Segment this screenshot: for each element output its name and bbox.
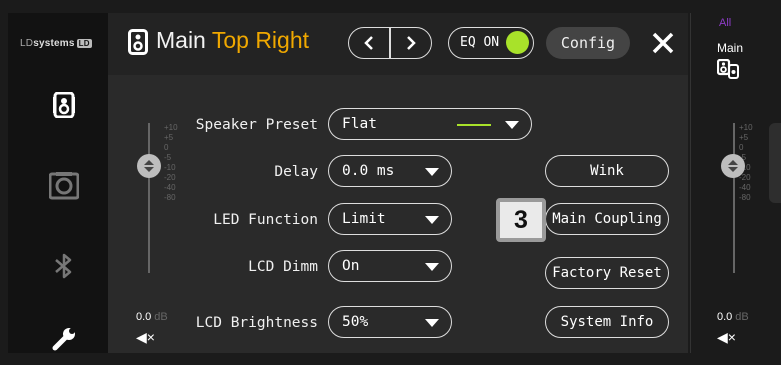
speaker-name: Main [717,41,744,55]
speaker-icon [716,58,739,79]
chevron-down-icon [505,121,519,129]
title-accent: Top Right [211,27,310,53]
sidebar-item-speaker-settings[interactable] [44,166,84,206]
eq-label: EQ ON [460,35,500,50]
panel-edge-handle[interactable] [769,123,781,203]
app-window: LDsystems LD Main Top Right EQ ON Config… [0,0,781,365]
bluetooth-icon [55,253,72,279]
chevron-down-icon [425,216,439,224]
eq-toggle[interactable]: EQ ON [448,27,534,59]
title-main: Main [156,27,206,53]
main-coupling-button[interactable]: Main Coupling [545,203,669,235]
page-title: Main Top Right [156,27,309,54]
speaker-pair-icon [716,58,739,84]
led-function-label: LED Function [213,212,318,228]
sidebar-item-bluetooth[interactable] [44,246,84,286]
system-info-button[interactable]: System Info [545,306,669,338]
speaker-icon [128,29,148,55]
close-button[interactable] [648,25,678,61]
speaker-outline-icon [49,172,79,200]
delay-value: 0.0 ms [342,163,395,179]
chevron-right-icon [406,36,416,50]
step-number-badge: 3 [496,198,546,242]
fader-db-readout: 0.0 dB [136,311,168,323]
header-speaker [128,29,148,60]
right-mute-button[interactable]: ◀× [717,329,736,346]
eq-status-indicator [506,31,529,54]
prev-button[interactable] [349,28,389,58]
main-panel: Main Top Right EQ ON Config +10 +5 0 -5 … [108,13,688,353]
sidebar-item-speaker[interactable] [44,85,84,125]
speaker-preset-select[interactable]: Flat [328,108,532,140]
chevron-down-icon [425,319,439,327]
config-button[interactable]: Config [546,27,630,59]
brand-ld-mark: LD [76,39,92,48]
wrench-icon [52,328,75,351]
lcd-brightness-value: 50% [342,314,369,330]
lcd-dimm-select[interactable]: On [328,250,452,282]
right-fader-db-readout: 0.0 dB [717,311,749,323]
sidebar-item-tools[interactable] [44,319,84,359]
chevron-left-icon [364,36,374,50]
wink-button[interactable]: Wink [545,155,669,187]
speaker-icon [53,92,75,118]
led-function-select[interactable]: Limit [328,203,452,235]
up-down-arrows-icon [728,160,738,172]
right-fader-track[interactable] [733,123,735,273]
chevron-down-icon [425,168,439,176]
group-label: All [719,17,732,29]
right-fader-knob[interactable] [721,154,745,178]
eq-curve-preview [457,124,491,126]
up-down-arrows-icon [144,160,154,172]
lcd-dimm-label: LCD Dimm [248,259,318,275]
lcd-brightness-select[interactable]: 50% [328,306,452,338]
speaker-preset-value: Flat [342,116,377,132]
close-icon [652,32,674,54]
fader-track[interactable] [148,123,150,273]
sidebar: LDsystems LD [8,13,108,353]
speaker-preset-label: Speaker Preset [195,117,318,133]
lcd-brightness-label: LCD Brightness [195,315,318,331]
led-function-value: Limit [342,211,386,227]
fader-knob[interactable] [137,154,161,178]
delay-label: Delay [274,164,318,180]
chevron-down-icon [425,263,439,271]
header-bar: Main Top Right EQ ON Config [108,13,688,75]
lcd-dimm-value: On [342,258,360,274]
brand-bold-text: systems [33,38,75,49]
brand-light-text: LD [20,38,34,49]
fader-scale: +10 +5 0 -5 -10 -20 -40 -80 [164,123,178,202]
nav-group [348,27,432,59]
mute-button[interactable]: ◀× [136,329,155,346]
factory-reset-button[interactable]: Factory Reset [545,257,669,289]
brand-logo: LDsystems LD [20,38,92,49]
delay-select[interactable]: 0.0 ms [328,155,452,187]
adjacent-speaker-panel[interactable]: All Main +10+50-5-10-20-40-80 0.0dB ◀× [690,13,781,353]
next-button[interactable] [391,28,431,58]
